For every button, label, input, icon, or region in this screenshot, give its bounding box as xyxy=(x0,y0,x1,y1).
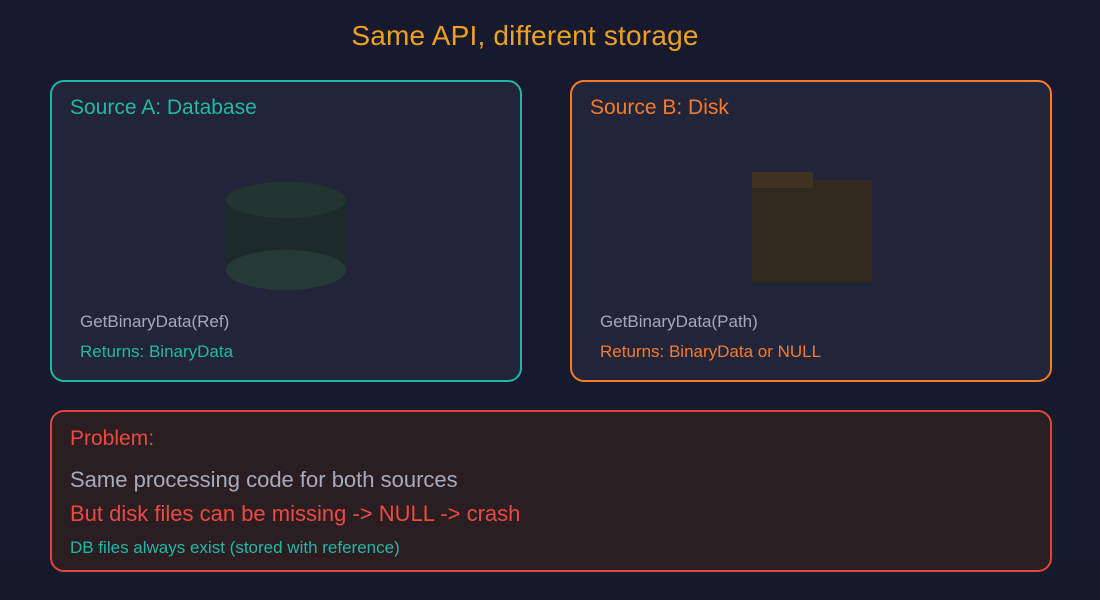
source-b-card: Source B: Disk GetBinaryData(Path) Retur… xyxy=(570,80,1052,382)
source-b-title: Source B: Disk xyxy=(590,96,729,119)
problem-shared-code-text: Same processing code for both sources xyxy=(70,467,458,492)
diagram-title: Same API, different storage xyxy=(351,20,699,51)
problem-title: Problem: xyxy=(70,427,155,450)
database-icon xyxy=(224,180,348,297)
problem-null-crash-text: But disk files can be missing -> NULL ->… xyxy=(70,501,521,526)
problem-box: Problem: Same processing code for both s… xyxy=(50,410,1052,572)
source-a-call: GetBinaryData(Ref) xyxy=(80,312,230,331)
folder-icon xyxy=(750,170,874,289)
source-b-returns: Returns: BinaryData or NULL xyxy=(600,342,822,361)
problem-db-note-text: DB files always exist (stored with refer… xyxy=(70,538,400,557)
source-b-call: GetBinaryData(Path) xyxy=(600,312,758,331)
source-a-card: Source A: Database GetBinaryData(Ref) Re… xyxy=(50,80,522,382)
source-a-returns: Returns: BinaryData xyxy=(80,342,234,361)
source-a-title: Source A: Database xyxy=(70,96,257,119)
